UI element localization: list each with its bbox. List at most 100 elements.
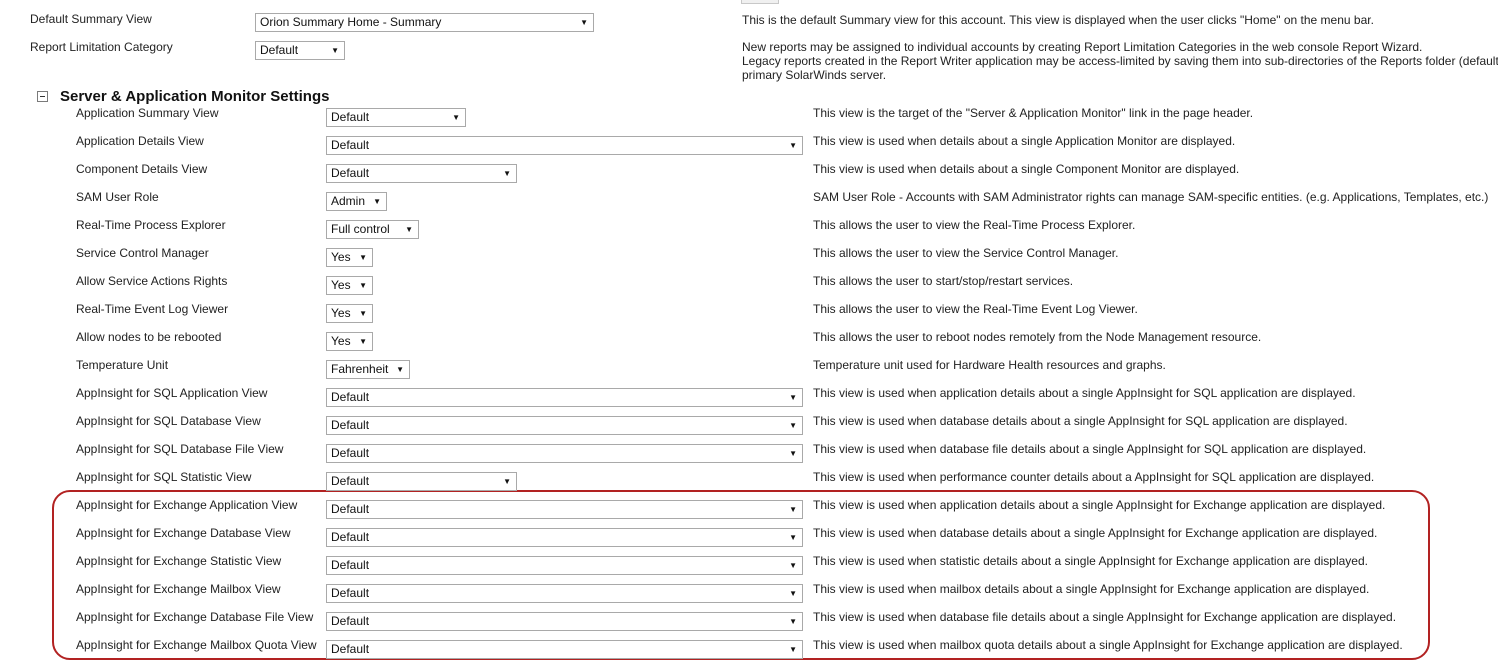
- setting-label: Real-Time Process Explorer: [76, 218, 226, 232]
- setting-description: This allows the user to view the Real-Ti…: [813, 218, 1136, 232]
- setting-label: AppInsight for Exchange Statistic View: [76, 554, 282, 568]
- chevron-down-icon: ▼: [580, 18, 588, 27]
- setting-select-value: Default: [331, 390, 370, 404]
- setting-select[interactable]: Default ▼: [326, 108, 466, 127]
- setting-label: AppInsight for Exchange Database File Vi…: [76, 610, 314, 624]
- setting-select[interactable]: Default ▼: [326, 584, 803, 603]
- setting-select-value: Default: [331, 586, 370, 600]
- setting-select[interactable]: Yes ▼: [326, 276, 373, 295]
- setting-label: AppInsight for SQL Application View: [76, 386, 268, 400]
- setting-select-value: Default: [331, 110, 370, 124]
- setting-select-value: Default: [331, 166, 370, 180]
- chevron-down-icon: ▼: [331, 46, 339, 55]
- setting-select-value: Default: [331, 418, 370, 432]
- setting-label: AppInsight for Exchange Database View: [76, 526, 291, 540]
- setting-select-value: Yes: [331, 250, 351, 264]
- setting-description: Temperature unit used for Hardware Healt…: [813, 358, 1166, 372]
- top-partial-button[interactable]: [741, 0, 779, 4]
- report-limitation-category-label: Report Limitation Category: [30, 40, 173, 54]
- setting-description: This allows the user to reboot nodes rem…: [813, 330, 1262, 344]
- setting-description: This view is used when application detai…: [813, 498, 1386, 512]
- setting-select-value: Default: [331, 642, 370, 656]
- setting-label: AppInsight for Exchange Mailbox Quota Vi…: [76, 638, 317, 652]
- setting-select-value: Default: [331, 446, 370, 460]
- chevron-down-icon: ▼: [359, 337, 367, 346]
- setting-label: Temperature Unit: [76, 358, 169, 372]
- setting-select-value: Default: [331, 474, 370, 488]
- setting-label: AppInsight for SQL Database View: [76, 414, 261, 428]
- setting-select-value: Default: [331, 614, 370, 628]
- setting-select-value: Yes: [331, 334, 351, 348]
- setting-description: This allows the user to start/stop/resta…: [813, 274, 1074, 288]
- chevron-down-icon: ▼: [789, 617, 797, 626]
- setting-description: This view is used when statistic details…: [813, 554, 1368, 568]
- minus-box-icon[interactable]: [37, 91, 48, 102]
- chevron-down-icon: ▼: [789, 449, 797, 458]
- chevron-down-icon: ▼: [396, 365, 404, 374]
- chevron-down-icon: ▼: [373, 197, 381, 206]
- setting-select[interactable]: Full control ▼: [326, 220, 419, 239]
- chevron-down-icon: ▼: [789, 561, 797, 570]
- setting-label: AppInsight for Exchange Application View: [76, 498, 298, 512]
- setting-description: SAM User Role - Accounts with SAM Admini…: [813, 190, 1489, 204]
- setting-select-value: Yes: [331, 278, 351, 292]
- setting-description: This view is used when application detai…: [813, 386, 1356, 400]
- setting-description: This view is used when database file det…: [813, 610, 1397, 624]
- chevron-down-icon: ▼: [789, 421, 797, 430]
- setting-label: AppInsight for SQL Statistic View: [76, 470, 252, 484]
- setting-description: This view is used when database details …: [813, 414, 1348, 428]
- setting-description: This allows the user to view the Service…: [813, 246, 1119, 260]
- setting-label: AppInsight for SQL Database File View: [76, 442, 284, 456]
- setting-label: Allow nodes to be rebooted: [76, 330, 222, 344]
- setting-description: This view is used when mailbox details a…: [813, 582, 1370, 596]
- setting-select[interactable]: Default ▼: [326, 612, 803, 631]
- setting-select-value: Default: [331, 530, 370, 544]
- chevron-down-icon: ▼: [452, 113, 460, 122]
- setting-label: Service Control Manager: [76, 246, 209, 260]
- setting-label: AppInsight for Exchange Mailbox View: [76, 582, 281, 596]
- setting-select-value: Yes: [331, 306, 351, 320]
- setting-label: Application Summary View: [76, 106, 219, 120]
- chevron-down-icon: ▼: [789, 533, 797, 542]
- chevron-down-icon: ▼: [789, 141, 797, 150]
- setting-select[interactable]: Yes ▼: [326, 248, 373, 267]
- section-title: Server & Application Monitor Settings: [60, 88, 330, 105]
- setting-select[interactable]: Default ▼: [326, 388, 803, 407]
- report-limitation-description-line1: New reports may be assigned to individua…: [742, 40, 1423, 54]
- setting-description: This allows the user to view the Real-Ti…: [813, 302, 1138, 316]
- setting-select-value: Fahrenheit: [331, 362, 389, 376]
- setting-select[interactable]: Default ▼: [326, 444, 803, 463]
- setting-description: This view is the target of the "Server &…: [813, 106, 1254, 120]
- chevron-down-icon: ▼: [789, 645, 797, 654]
- setting-select[interactable]: Default ▼: [326, 472, 517, 491]
- setting-select[interactable]: Admin ▼: [326, 192, 387, 211]
- default-summary-view-description: This is the default Summary view for thi…: [742, 13, 1374, 27]
- setting-select-value: Admin: [331, 194, 366, 208]
- setting-label: Real-Time Event Log Viewer: [76, 302, 229, 316]
- setting-select[interactable]: Default ▼: [326, 136, 803, 155]
- setting-select-value: Default: [331, 558, 370, 572]
- chevron-down-icon: ▼: [789, 505, 797, 514]
- setting-select[interactable]: Fahrenheit ▼: [326, 360, 410, 379]
- setting-select[interactable]: Default ▼: [326, 556, 803, 575]
- chevron-down-icon: ▼: [359, 253, 367, 262]
- report-limitation-category-value: Default: [260, 43, 299, 57]
- setting-label: Component Details View: [76, 162, 208, 176]
- setting-select[interactable]: Default ▼: [326, 416, 803, 435]
- report-limitation-category-select[interactable]: Default ▼: [255, 41, 345, 60]
- setting-description: This view is used when mailbox quota det…: [813, 638, 1403, 652]
- chevron-down-icon: ▼: [503, 169, 511, 178]
- chevron-down-icon: ▼: [359, 281, 367, 290]
- setting-select[interactable]: Default ▼: [326, 640, 803, 659]
- setting-description: This view is used when details about a s…: [813, 162, 1240, 176]
- setting-select[interactable]: Default ▼: [326, 528, 803, 547]
- default-summary-view-select[interactable]: Orion Summary Home - Summary ▼: [255, 13, 594, 32]
- setting-label: Application Details View: [76, 134, 204, 148]
- default-summary-view-label: Default Summary View: [30, 12, 152, 26]
- setting-select[interactable]: Default ▼: [326, 164, 517, 183]
- setting-select-value: Default: [331, 138, 370, 152]
- setting-select[interactable]: Yes ▼: [326, 304, 373, 323]
- setting-label: Allow Service Actions Rights: [76, 274, 228, 288]
- setting-select[interactable]: Default ▼: [326, 500, 803, 519]
- setting-select[interactable]: Yes ▼: [326, 332, 373, 351]
